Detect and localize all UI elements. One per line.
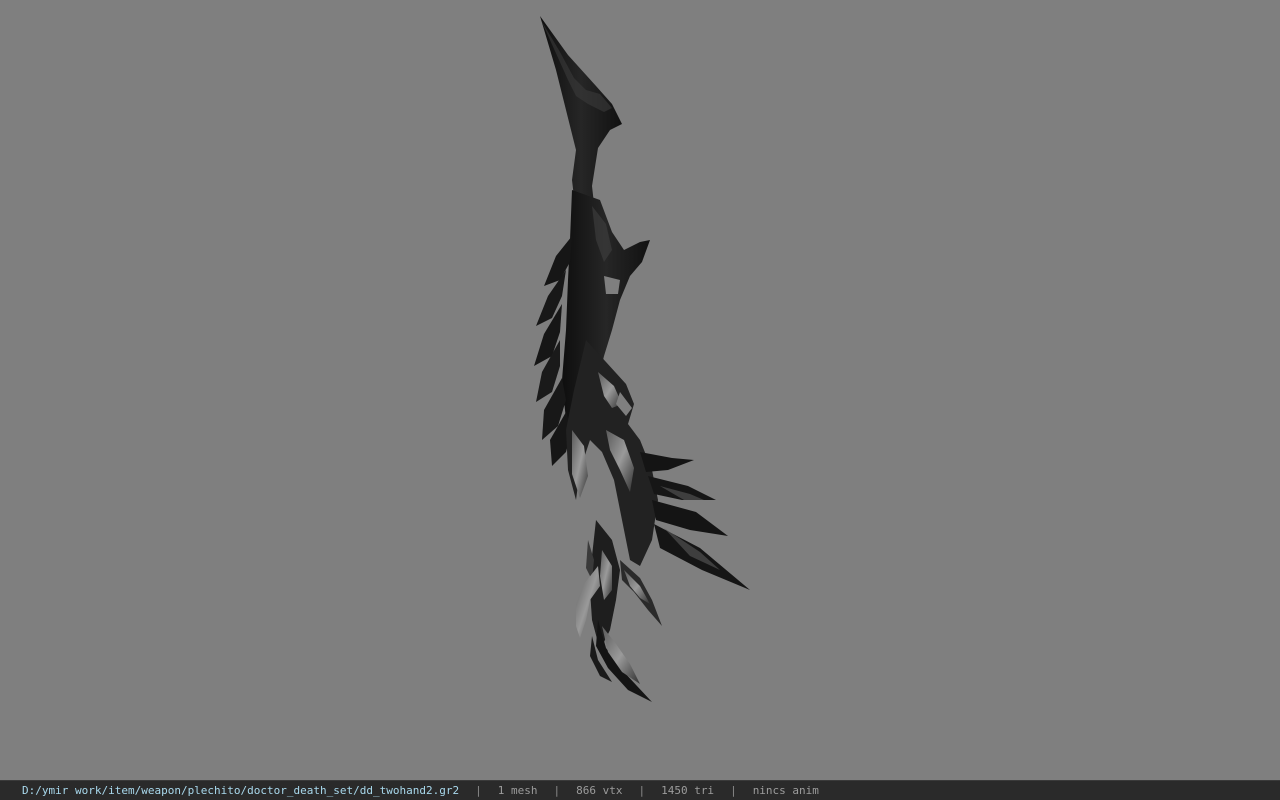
3d-viewport[interactable] [0,0,1280,780]
weapon-model[interactable] [0,0,1280,780]
right-spike-1 [640,452,694,472]
mesh-count: 1 mesh [497,784,538,797]
vertex-count: 866 vtx [576,784,623,797]
status-bar: D:/ymir work/item/weapon/plechito/doctor… [0,780,1280,800]
status-separator: | [475,784,482,797]
triangle-count: 1450 tri [661,784,715,797]
status-separator: | [730,784,737,797]
anim-status: nincs anim [752,784,819,797]
status-separator: | [638,784,646,797]
file-path: D:/ymir work/item/weapon/plechito/doctor… [22,784,460,797]
left-spike-1 [544,236,572,286]
status-separator: | [553,784,561,797]
